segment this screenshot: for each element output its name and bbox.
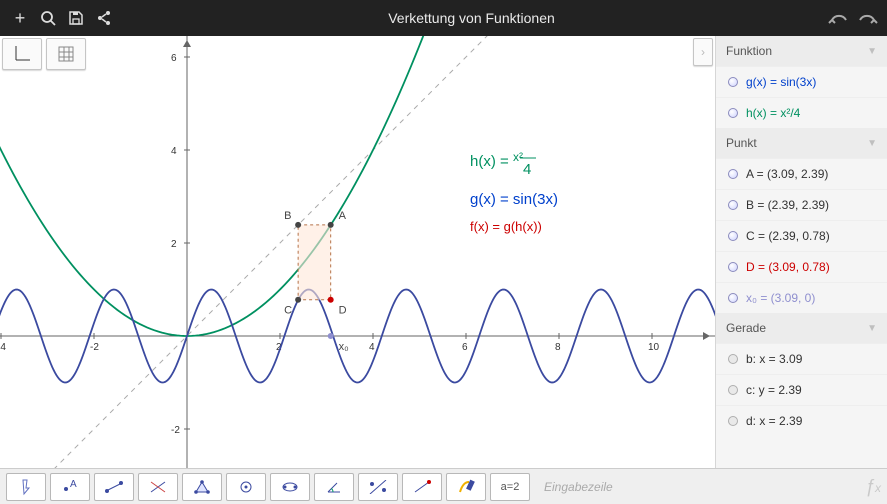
share-button[interactable] xyxy=(90,4,118,32)
point-A[interactable]: A = (3.09, 2.39) xyxy=(716,158,887,189)
visibility-toggle[interactable] xyxy=(728,354,738,364)
add-button[interactable]: + xyxy=(6,4,34,32)
visibility-toggle[interactable] xyxy=(728,169,738,179)
visibility-toggle[interactable] xyxy=(728,293,738,303)
plot-svg: -4-22468101214-2246 ABCDx₀ h(x) = x² 4 g… xyxy=(0,36,715,468)
visibility-toggle[interactable] xyxy=(728,231,738,241)
svg-text:-2: -2 xyxy=(171,425,180,436)
point-D[interactable]: D = (3.09, 0.78) xyxy=(716,251,887,282)
svg-text:D: D xyxy=(339,305,347,317)
point-C[interactable]: C = (2.39, 0.78) xyxy=(716,220,887,251)
axes-tool[interactable] xyxy=(2,38,42,70)
undo-button[interactable] xyxy=(825,4,853,32)
line-d[interactable]: d: x = 2.39 xyxy=(716,405,887,436)
visibility-toggle[interactable] xyxy=(728,262,738,272)
formula-f: f(x) = g(h(x)) xyxy=(470,219,542,234)
chevron-down-icon: ▼ xyxy=(867,138,877,149)
search-button[interactable] xyxy=(34,4,62,32)
svg-text:4: 4 xyxy=(369,342,375,353)
tool-transform[interactable] xyxy=(358,473,398,501)
tool-a2[interactable]: a=2 xyxy=(490,473,530,501)
collapse-panel-button[interactable]: › xyxy=(693,38,713,66)
tool-ellipse[interactable] xyxy=(270,473,310,501)
svg-text:A: A xyxy=(339,210,347,222)
tool-angle[interactable] xyxy=(314,473,354,501)
bottom-toolbar: A a=2 Eingabezeile ƒx xyxy=(0,468,887,504)
tool-segment[interactable] xyxy=(94,473,134,501)
svg-text:h(x) = x²: h(x) = x² xyxy=(470,150,523,170)
point-B[interactable]: B = (2.39, 2.39) xyxy=(716,189,887,220)
chevron-down-icon: ▼ xyxy=(867,323,877,334)
tool-point[interactable]: A xyxy=(50,473,90,501)
svg-text:10: 10 xyxy=(648,342,660,353)
section-line[interactable]: Gerade▼ xyxy=(716,313,887,343)
fx-icon[interactable]: ƒx xyxy=(865,476,881,497)
svg-text:4: 4 xyxy=(523,161,531,178)
line-c[interactable]: c: y = 2.39 xyxy=(716,374,887,405)
section-function[interactable]: Funktion▼ xyxy=(716,36,887,66)
svg-text:6: 6 xyxy=(462,342,468,353)
visibility-toggle[interactable] xyxy=(728,385,738,395)
redo-button[interactable] xyxy=(853,4,881,32)
visibility-toggle[interactable] xyxy=(728,77,738,87)
chevron-right-icon: › xyxy=(701,45,705,59)
algebra-sidebar: Funktion▼ g(x) = sin(3x) h(x) = x²/4 Pun… xyxy=(715,36,887,468)
svg-text:A: A xyxy=(70,480,77,490)
visibility-toggle[interactable] xyxy=(728,416,738,426)
app-title: Verkettung von Funktionen xyxy=(118,10,825,26)
fn-item-h[interactable]: h(x) = x²/4 xyxy=(716,97,887,128)
svg-text:B: B xyxy=(284,210,291,222)
tool-pen[interactable] xyxy=(446,473,486,501)
chevron-down-icon: ▼ xyxy=(867,46,877,57)
save-button[interactable] xyxy=(62,4,90,32)
svg-text:-2: -2 xyxy=(90,342,99,353)
svg-text:x₀: x₀ xyxy=(339,341,349,353)
visibility-toggle[interactable] xyxy=(728,108,738,118)
svg-text:-4: -4 xyxy=(0,342,6,353)
svg-text:8: 8 xyxy=(555,342,561,353)
section-point[interactable]: Punkt▼ xyxy=(716,128,887,158)
visibility-toggle[interactable] xyxy=(728,200,738,210)
point-x0[interactable]: x₀ = (3.09, 0) xyxy=(716,282,887,313)
svg-text:6: 6 xyxy=(171,53,177,64)
tool-cross[interactable] xyxy=(138,473,178,501)
formula-g: g(x) = sin(3x) xyxy=(470,191,558,208)
line-b[interactable]: b: x = 3.09 xyxy=(716,343,887,374)
graph-canvas[interactable]: › -4-22468101214-2246 ABCDx₀ h(x) = x² 4 xyxy=(0,36,715,468)
input-bar[interactable]: Eingabezeile xyxy=(534,480,861,494)
fn-item-g[interactable]: g(x) = sin(3x) xyxy=(716,66,887,97)
tool-slider[interactable] xyxy=(402,473,442,501)
grid-tool[interactable] xyxy=(46,38,86,70)
svg-text:C: C xyxy=(284,305,292,317)
tool-circle[interactable] xyxy=(226,473,266,501)
svg-text:2: 2 xyxy=(171,239,177,250)
tool-polygon[interactable] xyxy=(182,473,222,501)
tool-move[interactable] xyxy=(6,473,46,501)
svg-text:4: 4 xyxy=(171,146,177,157)
